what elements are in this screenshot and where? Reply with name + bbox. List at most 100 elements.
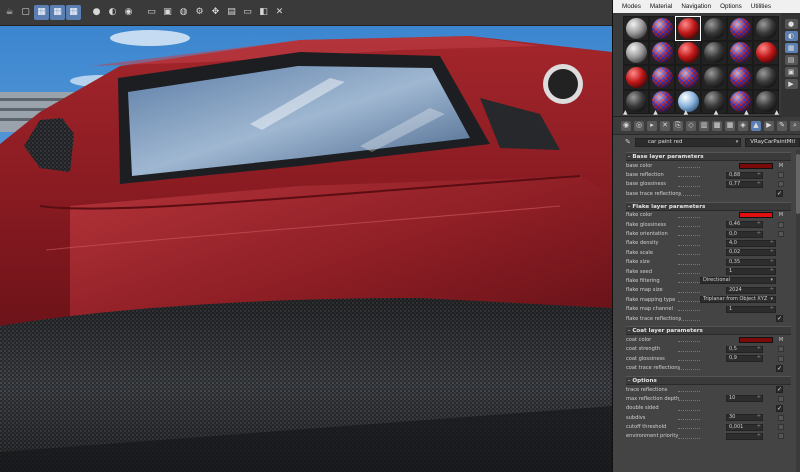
map-button[interactable]: M xyxy=(778,163,784,169)
monitor-icon[interactable]: ▭ xyxy=(240,5,255,20)
color-swatch[interactable] xyxy=(739,336,773,343)
value-spinner[interactable]: 0,77 xyxy=(726,180,763,188)
map-toggle[interactable] xyxy=(778,231,784,238)
menu-options[interactable]: Options xyxy=(720,3,742,10)
material-type-button[interactable]: VRayCarPaintMtl xyxy=(745,137,800,147)
material-slot[interactable] xyxy=(649,65,675,90)
grid-icon[interactable]: ▦ xyxy=(66,5,81,20)
map-toggle[interactable] xyxy=(778,346,784,353)
value-spinner[interactable]: 0,35 xyxy=(726,258,776,266)
sphere-icon[interactable]: ◉ xyxy=(121,5,136,20)
value-spinner[interactable]: 30 xyxy=(726,414,763,422)
rollout-header-flake-layer-parameters[interactable]: - Flake layer parameters xyxy=(626,201,791,211)
checkbox[interactable]: ✓ xyxy=(776,364,783,372)
reset-icon[interactable]: ✕ xyxy=(660,120,670,131)
sphere-icon[interactable]: ● xyxy=(89,5,104,20)
image-icon[interactable]: ▤ xyxy=(224,5,239,20)
video-color-icon[interactable]: ▣ xyxy=(784,67,798,77)
map-toggle[interactable] xyxy=(778,221,784,228)
make-unique-icon[interactable]: ◇ xyxy=(686,120,696,131)
material-slot[interactable] xyxy=(649,16,675,41)
material-slot[interactable] xyxy=(649,40,675,65)
checkbox[interactable]: ✓ xyxy=(776,386,783,393)
map-toggle[interactable] xyxy=(778,355,784,362)
material-name-field[interactable]: car paint red xyxy=(634,137,742,147)
sample-type-icon[interactable]: ● xyxy=(784,19,798,29)
map-toggle[interactable] xyxy=(778,172,784,179)
render-icon[interactable]: ◍ xyxy=(176,5,191,20)
map-button[interactable]: M xyxy=(778,337,784,343)
value-spinner[interactable]: 1 xyxy=(726,268,776,276)
value-spinner[interactable]: 0,02 xyxy=(726,249,776,257)
map-toggle[interactable] xyxy=(778,433,784,440)
menu-navigation[interactable]: Navigation xyxy=(681,3,711,10)
teapot-icon[interactable]: ☕ xyxy=(2,5,17,20)
map-toggle[interactable] xyxy=(778,181,784,188)
material-slot[interactable] xyxy=(623,16,649,41)
map-button[interactable]: M xyxy=(778,212,784,218)
show-map-icon[interactable]: ▦ xyxy=(725,120,735,131)
material-slot[interactable] xyxy=(727,16,753,41)
put-to-scene-icon[interactable]: ◎ xyxy=(634,120,644,131)
material-slot[interactable] xyxy=(753,40,779,65)
value-spinner[interactable]: 0,0 xyxy=(726,230,763,238)
material-id-icon[interactable]: ▩ xyxy=(712,120,722,131)
checkbox[interactable]: ✓ xyxy=(776,190,783,198)
material-slot[interactable] xyxy=(727,40,753,65)
material-slot[interactable] xyxy=(623,65,649,90)
rollout-header-coat-layer-parameters[interactable]: - Coat layer parameters xyxy=(626,326,791,336)
background-icon[interactable]: ▦ xyxy=(784,43,798,53)
value-spinner[interactable]: 4,0 xyxy=(726,239,776,247)
put-library-icon[interactable]: ▥ xyxy=(699,120,709,131)
backlight-icon[interactable]: ◐ xyxy=(784,31,798,41)
grid-icon[interactable]: ▦ xyxy=(50,5,65,20)
material-slot[interactable] xyxy=(675,40,701,65)
dropdown-select[interactable]: Triplanar from Object XYZ xyxy=(700,296,776,304)
value-spinner[interactable]: 10 xyxy=(726,395,763,403)
folder-icon[interactable]: ▭ xyxy=(144,5,159,20)
map-toggle[interactable] xyxy=(778,395,784,402)
material-slot[interactable] xyxy=(675,16,701,41)
preview-icon[interactable]: ▶ xyxy=(784,79,798,89)
value-spinner[interactable]: 1 xyxy=(726,305,776,313)
get-material-icon[interactable]: ◉ xyxy=(621,120,631,131)
render-region-icon[interactable]: ▢ xyxy=(18,5,33,20)
value-spinner[interactable] xyxy=(726,432,763,440)
settings-icon[interactable]: ⚙ xyxy=(192,5,207,20)
uv-tiling-icon[interactable]: ▤ xyxy=(784,55,798,65)
copy-material-icon[interactable]: ⎘ xyxy=(673,120,683,131)
show-end-result-icon[interactable]: ◈ xyxy=(738,120,748,131)
rollout-header-base-layer-parameters[interactable]: - Base layer parameters xyxy=(626,152,791,161)
color-swatch[interactable] xyxy=(739,162,773,169)
sphere-icon[interactable]: ◐ xyxy=(105,5,120,20)
menu-material[interactable]: Material xyxy=(650,3,672,10)
rollout-header-options[interactable]: - Options xyxy=(626,375,791,385)
material-slot[interactable] xyxy=(753,16,779,41)
assign-material-icon[interactable]: ▸ xyxy=(647,120,657,131)
go-sibling-icon[interactable]: ▶ xyxy=(764,120,774,131)
scrollbar-thumb[interactable] xyxy=(796,154,800,214)
save-icon[interactable]: ▣ xyxy=(160,5,175,20)
render-viewport[interactable]: ☕ ▢ ▦ ▦ ▦ ● ◐ ◉ ▭ ▣ ◍ ⚙ ✥ ▤ ▭ ◧ ✕ xyxy=(0,0,612,472)
pick-material-icon[interactable]: ✎ xyxy=(777,120,787,131)
value-spinner[interactable]: 0,46 xyxy=(726,221,763,229)
material-slot[interactable] xyxy=(753,65,779,90)
value-spinner[interactable]: 0,9 xyxy=(726,355,763,363)
search-icon[interactable]: ⌕ xyxy=(790,120,800,131)
material-slot[interactable] xyxy=(727,65,753,90)
menu-modes[interactable]: Modes xyxy=(622,3,641,10)
material-slot[interactable] xyxy=(623,40,649,65)
color-swatch[interactable] xyxy=(739,212,773,219)
eyedropper-icon[interactable]: ✎ xyxy=(625,138,631,146)
menu-utilities[interactable]: Utilities xyxy=(751,3,771,10)
grid-icon[interactable]: ▦ xyxy=(34,5,49,20)
material-slot[interactable] xyxy=(675,65,701,90)
checkbox[interactable]: ✓ xyxy=(776,315,783,323)
move-icon[interactable]: ✥ xyxy=(208,5,223,20)
material-slot[interactable] xyxy=(701,40,727,65)
value-spinner[interactable]: 0,001 xyxy=(726,423,763,431)
value-spinner[interactable]: 0,88 xyxy=(726,171,763,179)
map-toggle[interactable] xyxy=(778,414,784,421)
dropdown-select[interactable]: Directional xyxy=(700,277,776,285)
swatch-icon[interactable]: ◧ xyxy=(256,5,271,20)
